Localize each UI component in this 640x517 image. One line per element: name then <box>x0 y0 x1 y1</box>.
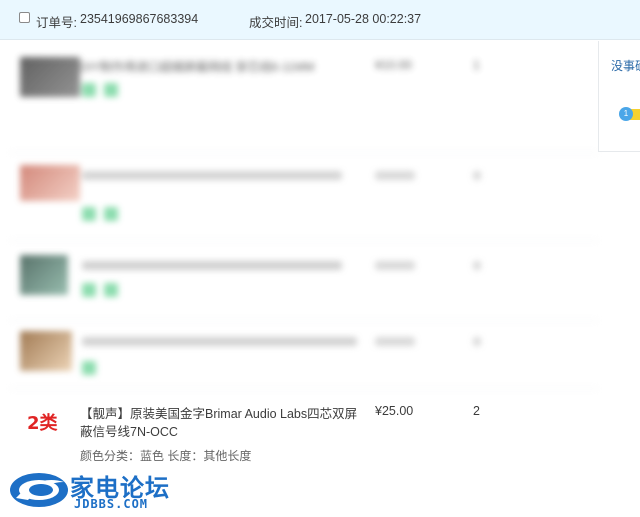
order-item-row[interactable]: DIY制作用进口超细屏蔽网线 穿芯线6-11MM ¥10.00 1 <box>10 41 598 153</box>
order-item-row[interactable] <box>10 241 598 321</box>
service-tag-icon <box>82 83 96 97</box>
product-title[interactable]: 【靓声】原装美国金字Brimar Audio Labs四芯双屏蔽信号线7N-OC… <box>80 405 365 441</box>
service-tag-icon <box>82 207 96 221</box>
product-quantity: 2 <box>473 404 480 418</box>
order-item-row[interactable] <box>10 153 598 241</box>
forum-logo-icon <box>10 473 68 507</box>
deal-time-value: 2017-05-28 00:22:37 <box>305 12 422 26</box>
product-price: ¥10.00 <box>375 58 412 72</box>
product-title[interactable]: DIY制作用进口超细屏蔽网线 穿芯线6-11MM <box>80 59 360 75</box>
category-annotation: 2类 <box>27 413 58 434</box>
product-thumbnail[interactable] <box>20 331 72 371</box>
product-price-placeholder <box>375 337 415 346</box>
product-qty-placeholder <box>473 171 481 180</box>
product-thumbnail[interactable] <box>20 255 68 295</box>
order-number-value: 23541969867683394 <box>80 12 199 26</box>
product-sku: 颜色分类：蓝色 长度：其他长度 <box>80 449 252 463</box>
service-tag-icon <box>104 283 118 297</box>
service-tag-icon <box>82 361 96 375</box>
product-quantity: 1 <box>473 58 480 72</box>
product-thumbnail[interactable] <box>20 57 80 97</box>
order-item-row[interactable] <box>10 321 598 389</box>
service-tag-icon <box>82 283 96 297</box>
service-tag-icon <box>104 83 118 97</box>
forum-watermark: 家电论坛 JDBBS.COM <box>8 466 198 514</box>
deal-time-label: 成交时间: <box>249 16 303 30</box>
order-items: DIY制作用进口超细屏蔽网线 穿芯线6-11MM ¥10.00 1 <box>10 41 598 517</box>
confirm-receipt-link[interactable]: 没事确 <box>611 57 640 74</box>
product-title-placeholder <box>82 261 342 270</box>
order-header: 订单号: 23541969867683394 成交时间: 2017-05-28 … <box>0 0 640 40</box>
product-qty-placeholder <box>473 337 481 346</box>
product-price-placeholder <box>375 171 415 180</box>
product-thumbnail[interactable] <box>20 165 80 201</box>
product-title-placeholder <box>82 337 357 346</box>
order-select-checkbox[interactable] <box>19 12 30 23</box>
order-number-label: 订单号: <box>36 16 77 30</box>
order-actions-panel: 没事确 1 <box>598 41 640 152</box>
product-price: ¥25.00 <box>375 404 414 418</box>
watermark-domain: JDBBS.COM <box>74 497 149 511</box>
product-price-placeholder <box>375 261 415 270</box>
product-qty-placeholder <box>473 261 481 270</box>
chat-icon[interactable]: 1 <box>619 107 633 121</box>
product-title-placeholder <box>82 171 342 180</box>
service-tag-icon <box>104 207 118 221</box>
